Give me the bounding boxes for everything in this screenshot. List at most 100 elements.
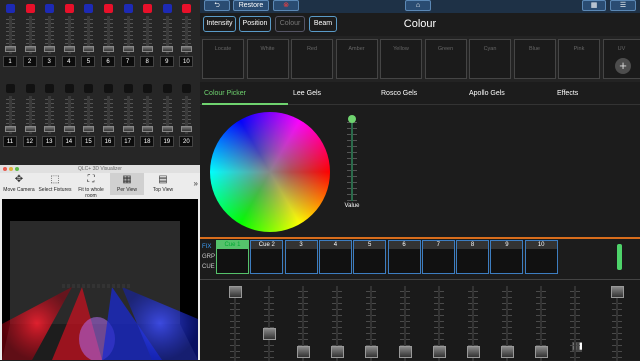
fader-knob[interactable] [44,46,55,52]
fader-knob[interactable] [64,46,75,52]
back-button[interactable]: ⮌ [204,0,230,11]
playback-fader-1[interactable] [228,284,242,361]
top-view-tool[interactable]: ▤Top View [146,173,180,195]
add-preset-button[interactable]: + [615,58,631,74]
visualizer-stage[interactable] [2,199,198,360]
channel-number[interactable]: 17 [121,136,135,147]
playback-fader-8[interactable] [466,284,480,361]
fader-channel-9[interactable]: 9 [159,2,175,68]
fader-knob[interactable] [181,126,192,132]
fader-knob[interactable] [162,126,173,132]
move-camera-tool[interactable]: ✥Move Camera [2,173,36,195]
fader-channel-20[interactable]: 20 [178,82,194,148]
fixture-head[interactable] [67,284,70,288]
fader-knob[interactable] [229,286,242,298]
preset-pink[interactable]: Pink [558,39,600,79]
preset-green[interactable]: Green [425,39,467,79]
fader-knob[interactable] [83,126,94,132]
preset-red[interactable]: Red [291,39,333,79]
fader-channel-6[interactable]: 6 [100,2,116,68]
channel-number[interactable]: 20 [179,136,193,147]
channel-number[interactable]: 3 [42,56,56,67]
slider-handle[interactable] [348,115,356,123]
fader-knob[interactable] [123,126,134,132]
fixture-head[interactable] [122,284,125,288]
playback-fader-9[interactable] [500,284,514,361]
fixture-head[interactable] [102,284,105,288]
fader-channel-10[interactable]: 10 [178,2,194,68]
tab-effects[interactable]: Effects [557,90,578,97]
tab-intensity[interactable]: Intensity [203,16,236,32]
fader-knob[interactable] [142,46,153,52]
fader-channel-5[interactable]: 5 [80,2,96,68]
cue-slot-7[interactable]: 7 [422,240,455,274]
fader-knob[interactable] [83,46,94,52]
fader-knob[interactable] [433,346,446,358]
preset-amber[interactable]: Amber [336,39,378,79]
fader-knob[interactable] [103,46,114,52]
fader-channel-11[interactable]: 11 [2,82,18,148]
fader-channel-12[interactable]: 12 [22,82,38,148]
tab-beam[interactable]: Beam [309,16,337,32]
fader-channel-18[interactable]: 18 [139,82,155,148]
fader-channel-8[interactable]: 8 [139,2,155,68]
value-slider[interactable] [346,113,358,201]
fader-channel-14[interactable]: 14 [61,82,77,148]
fader-knob[interactable] [123,46,134,52]
cue-slot-9[interactable]: 9 [490,240,523,274]
fader-knob[interactable] [5,46,16,52]
fader-channel-15[interactable]: 15 [80,82,96,148]
fader-channel-17[interactable]: 17 [120,82,136,148]
fader-channel-7[interactable]: 7 [120,2,136,68]
clear-button[interactable]: ⊗ [273,0,299,11]
channel-number[interactable]: 15 [81,136,95,147]
fader-knob[interactable] [142,126,153,132]
fixture-head[interactable] [127,284,130,288]
cue-label[interactable]: CUE [202,262,216,272]
close-window-dot[interactable] [3,167,7,171]
playback-fader-11[interactable] [568,284,582,361]
tab-apollo-gels[interactable]: Apollo Gels [469,90,505,97]
channel-number[interactable]: 2 [23,56,37,67]
fixture-head[interactable] [77,284,80,288]
cue-slot-8[interactable]: 8 [456,240,489,274]
fader-knob[interactable] [399,346,412,358]
grp-label[interactable]: GRP [202,252,216,262]
channel-number[interactable]: 10 [179,56,193,67]
channel-number[interactable]: 16 [101,136,115,147]
preset-white[interactable]: White [247,39,289,79]
fader-knob[interactable] [611,286,624,298]
playback-fader-7[interactable] [432,284,446,361]
channel-number[interactable]: 7 [121,56,135,67]
fader-knob[interactable] [467,346,480,358]
playback-fader-3[interactable] [296,284,310,361]
per-view-tool[interactable]: ▦Per View [110,173,144,195]
fixture-head[interactable] [72,284,75,288]
select-fixtures-tool[interactable]: ⬚Select Fixtures [38,173,72,195]
tab-colour-picker[interactable]: Colour Picker [204,90,246,97]
minimize-window-dot[interactable] [9,167,13,171]
fixture-head[interactable] [82,284,85,288]
cue-slot-10[interactable]: 10 [525,240,558,274]
playback-fader-12[interactable] [610,284,624,361]
fader-knob[interactable] [25,126,36,132]
tab-rosco-gels[interactable]: Rosco Gels [381,90,417,97]
fixture-head[interactable] [117,284,120,288]
home-button[interactable]: ⌂ [405,0,431,11]
fader-knob[interactable] [162,46,173,52]
channel-number[interactable]: 1 [3,56,17,67]
preset-cyan[interactable]: Cyan [469,39,511,79]
fader-channel-16[interactable]: 16 [100,82,116,148]
playback-fader-6[interactable] [398,284,412,361]
fixture-head[interactable] [87,284,90,288]
fader-knob[interactable] [365,346,378,358]
fader-knob[interactable] [501,346,514,358]
colour-wheel[interactable] [210,112,330,232]
cue-slot-5[interactable]: 5 [353,240,386,274]
fader-knob[interactable] [25,46,36,52]
fader-channel-2[interactable]: 2 [22,2,38,68]
preset-locate[interactable]: Locate [202,39,244,79]
playback-fader-2[interactable] [262,284,276,361]
playback-fader-10[interactable] [534,284,548,361]
fader-knob[interactable] [297,346,310,358]
